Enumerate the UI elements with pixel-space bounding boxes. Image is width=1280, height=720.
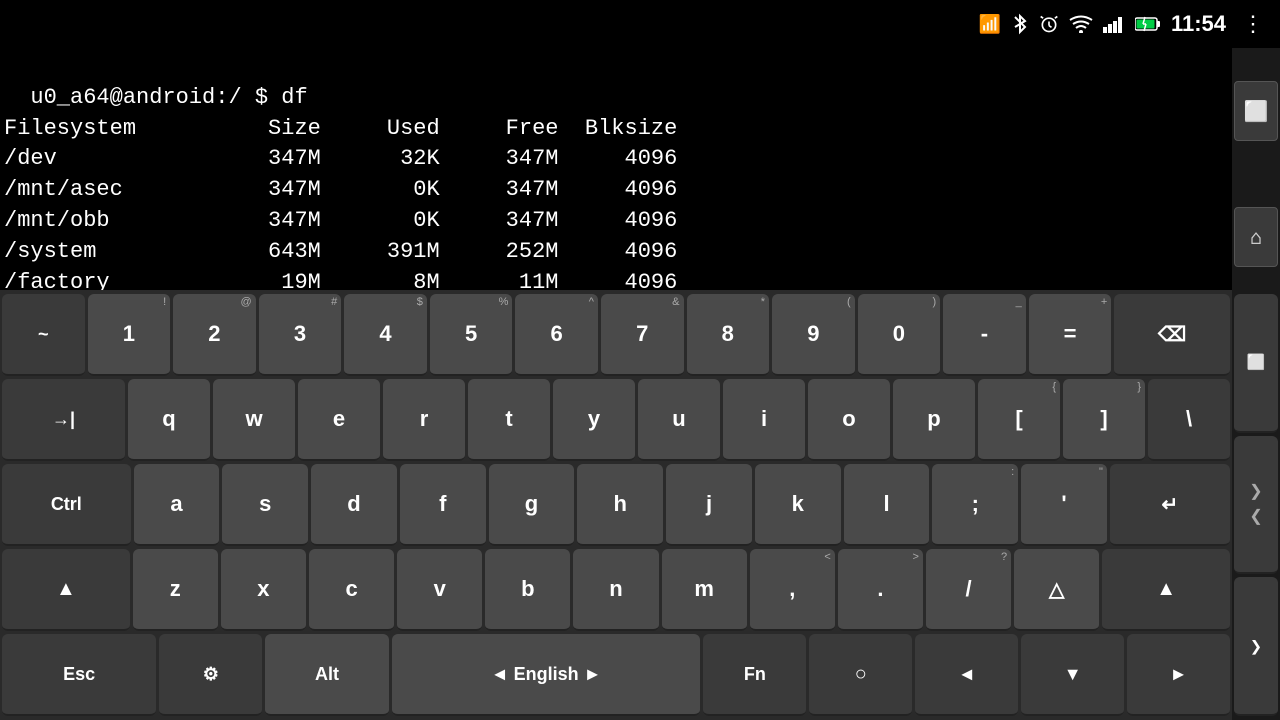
tab-key[interactable]: →|	[2, 379, 125, 461]
alarm-icon	[1039, 14, 1059, 34]
key-e[interactable]: e	[298, 379, 380, 461]
keyboard-row-asdf: Ctrl a s d f g h j k l ;: '" ↵	[2, 464, 1230, 546]
keyboard-side-right: ⬜ ❯❮ ❯	[1232, 290, 1280, 720]
key-equals[interactable]: =+	[1029, 294, 1112, 376]
down-arrow-key[interactable]: ▼	[1021, 634, 1124, 716]
key-0[interactable]: 0)	[858, 294, 941, 376]
key-i[interactable]: i	[723, 379, 805, 461]
window-button[interactable]: ⬜	[1234, 81, 1278, 141]
home-circle-key[interactable]: ○	[809, 634, 912, 716]
key-g[interactable]: g	[489, 464, 575, 546]
key-o[interactable]: o	[808, 379, 890, 461]
key-m[interactable]: m	[662, 549, 747, 631]
key-minus[interactable]: -_	[943, 294, 1026, 376]
key-c[interactable]: c	[309, 549, 394, 631]
key-backslash[interactable]: \	[1148, 379, 1230, 461]
key-s[interactable]: s	[222, 464, 308, 546]
key-bracket-close[interactable]: ]}	[1063, 379, 1145, 461]
key-w[interactable]: w	[213, 379, 295, 461]
up-arrow-key[interactable]: △	[1014, 549, 1099, 631]
fn-key[interactable]: Fn	[703, 634, 806, 716]
key-bracket-open[interactable]: [{	[978, 379, 1060, 461]
overflow-menu-icon[interactable]: ⋮	[1242, 12, 1264, 37]
signal-icon	[1103, 15, 1125, 33]
kb-down-icon[interactable]: ❯	[1234, 577, 1278, 716]
bluetooth-icon	[1011, 13, 1029, 35]
key-comma[interactable]: ,<	[750, 549, 835, 631]
key-x[interactable]: x	[221, 549, 306, 631]
key-l[interactable]: l	[844, 464, 930, 546]
key-9[interactable]: 9(	[772, 294, 855, 376]
keyboard: ~ 1! 2@ 3# 4$ 5% 6^ 7& 8* 9( 0) -_ =+ ⌫ …	[0, 290, 1232, 720]
key-u[interactable]: u	[638, 379, 720, 461]
shift-left-key[interactable]: ▲	[2, 549, 130, 631]
esc-key[interactable]: Esc	[2, 634, 156, 716]
key-q[interactable]: q	[128, 379, 210, 461]
key-j[interactable]: j	[666, 464, 752, 546]
key-8[interactable]: 8*	[687, 294, 770, 376]
key-n[interactable]: n	[573, 549, 658, 631]
ctrl-key[interactable]: Ctrl	[2, 464, 131, 546]
home-button[interactable]: ⌂	[1234, 207, 1278, 267]
keyboard-row-zxcv: ▲ z x c v b n m ,< .> /? △ ▲	[2, 549, 1230, 631]
shift-right-key[interactable]: ▲	[1102, 549, 1230, 631]
backspace-key[interactable]: ⌫	[1114, 294, 1230, 376]
kb-nav-button[interactable]: ❯❮	[1234, 436, 1278, 575]
key-k[interactable]: k	[755, 464, 841, 546]
left-arrow-key[interactable]: ◄	[915, 634, 1018, 716]
key-period[interactable]: .>	[838, 549, 923, 631]
wifi-icon	[1069, 15, 1093, 33]
key-v[interactable]: v	[397, 549, 482, 631]
side-navigation: ⬜ ⌂	[1232, 48, 1280, 300]
keyboard-row-qwerty: →| q w e r t y u i o p [{ ]} \	[2, 379, 1230, 461]
key-f[interactable]: f	[400, 464, 486, 546]
key-p[interactable]: p	[893, 379, 975, 461]
battery-icon	[1135, 16, 1161, 32]
kb-window-button[interactable]: ⬜	[1234, 294, 1278, 433]
key-z[interactable]: z	[133, 549, 218, 631]
settings-key[interactable]: ⚙	[159, 634, 262, 716]
enter-key[interactable]: ↵	[1110, 464, 1230, 546]
key-b[interactable]: b	[485, 549, 570, 631]
key-tilde[interactable]: ~	[2, 294, 85, 376]
key-4[interactable]: 4$	[344, 294, 427, 376]
key-5[interactable]: 5%	[430, 294, 513, 376]
bluetooth-icon: 📶	[979, 14, 1001, 35]
key-h[interactable]: h	[577, 464, 663, 546]
key-y[interactable]: y	[553, 379, 635, 461]
key-7[interactable]: 7&	[601, 294, 684, 376]
key-quote[interactable]: '"	[1021, 464, 1107, 546]
key-r[interactable]: r	[383, 379, 465, 461]
key-slash[interactable]: /?	[926, 549, 1011, 631]
status-bar: 📶 11:54 ⋮	[0, 0, 1280, 48]
time-display: 11:54	[1171, 11, 1226, 37]
key-semicolon[interactable]: ;:	[932, 464, 1018, 546]
key-1[interactable]: 1!	[88, 294, 171, 376]
key-6[interactable]: 6^	[515, 294, 598, 376]
key-d[interactable]: d	[311, 464, 397, 546]
keyboard-row-numbers: ~ 1! 2@ 3# 4$ 5% 6^ 7& 8* 9( 0) -_ =+ ⌫	[2, 294, 1230, 376]
key-a[interactable]: a	[134, 464, 220, 546]
key-t[interactable]: t	[468, 379, 550, 461]
key-3[interactable]: 3#	[259, 294, 342, 376]
alt-key[interactable]: Alt	[265, 634, 388, 716]
language-selector[interactable]: ◄ English ►	[392, 634, 701, 716]
key-2[interactable]: 2@	[173, 294, 256, 376]
right-arrow-key[interactable]: ►	[1127, 634, 1230, 716]
keyboard-row-bottom: Esc ⚙ Alt ◄ English ► Fn ○ ◄ ▼ ►	[2, 634, 1230, 716]
